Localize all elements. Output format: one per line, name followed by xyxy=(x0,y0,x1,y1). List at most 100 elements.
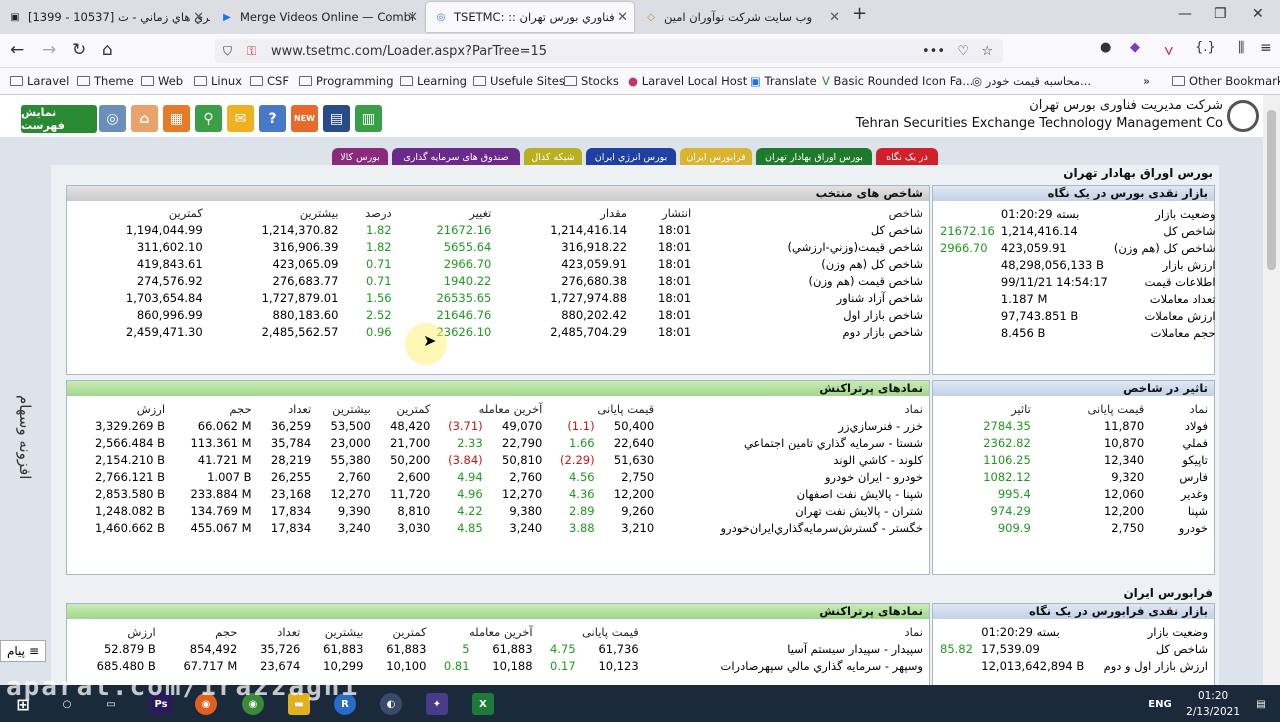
bookmark-item[interactable]: ● Laravel Local Host xyxy=(628,74,747,88)
address-bar[interactable]: ⛉ ⚿ www.tsetmc.com/Loader.aspx?ParTree=1… xyxy=(215,39,1003,63)
table-row[interactable]: 2362.82 10,870 فملي xyxy=(937,435,1211,452)
site-header: نمایش فهرست ◎ ⌂ ▦ ⚲ ✉ ? NEW ▤ ▥ شرکت مدی… xyxy=(0,95,1263,137)
menu-icon[interactable]: ≡ xyxy=(1260,40,1272,56)
grid-icon[interactable]: ▥ xyxy=(355,105,382,132)
chat-icon[interactable]: ✉ xyxy=(227,105,254,132)
restore-icon[interactable]: ❐ xyxy=(1214,6,1227,22)
bookmark-item[interactable]: ◎ محاسبه قیمت خودر... xyxy=(972,74,1091,88)
table-row[interactable]: 1082.12 9,320 فارس xyxy=(937,469,1211,486)
reload-icon[interactable]: ↻ xyxy=(72,40,86,60)
table-row[interactable]: 274,576.92 276,683.77 0.71 1940.22 276,680.3… xyxy=(70,273,926,290)
table-cell: 1,727,974.88 xyxy=(550,291,628,305)
close-window-icon[interactable]: ✕ xyxy=(1252,6,1264,22)
column-header: درصد xyxy=(365,206,392,220)
glance-value: بسته 01:20:29 xyxy=(1000,207,1080,221)
pocket-icon[interactable]: ♡ xyxy=(957,44,969,59)
extension-icon[interactable]: ݍ xyxy=(1164,40,1173,56)
symbol-name: شتران - پالايش نفت تهران xyxy=(795,504,923,518)
show-menu-button[interactable]: نمایش فهرست xyxy=(21,105,97,133)
minimize-icon[interactable]: — xyxy=(1178,6,1192,22)
table-row[interactable]: 860,996.99 880,183.60 2.52 21646.76 880,202.… xyxy=(70,307,926,324)
bookmark-item[interactable]: Usefule Sites xyxy=(473,74,565,88)
chart-icon[interactable]: ▤ xyxy=(323,105,350,132)
bookmark-item[interactable]: Theme xyxy=(77,74,134,88)
close-price: 2,750 xyxy=(1111,521,1145,535)
table-row[interactable]: 52.879 B 854,492 35,726 61,883 61,883 5 61,883… xyxy=(70,641,926,658)
table-row[interactable]: 2,566.484 B 113.361 M 35,784 23,000 21,700 2.… xyxy=(70,435,926,452)
bookmark-label: Linux xyxy=(211,74,242,88)
bookmark-item[interactable]: Programming xyxy=(299,74,394,88)
table-row[interactable]: 995.4 12,060 وغدير xyxy=(937,486,1211,503)
symbol-name: شستا - سرمايه گذاري تامين اجتماعي xyxy=(743,436,923,450)
bookmark-item[interactable]: Linux xyxy=(194,74,242,88)
bookmark-item[interactable]: Laravel xyxy=(10,74,69,88)
symbol-name: فولاد xyxy=(1184,419,1208,433)
back-icon[interactable]: ← xyxy=(10,40,24,60)
table-cell: 18:01 xyxy=(658,240,692,254)
table-row[interactable]: 2,459,471.30 2,485,562.57 0.96 23626.10 2,48… xyxy=(70,324,926,341)
calculator-icon[interactable]: ▦ xyxy=(163,105,190,132)
new-icon[interactable]: NEW xyxy=(291,105,318,132)
bookmark-item[interactable]: Web xyxy=(141,74,183,88)
scrollbar-thumb[interactable] xyxy=(1267,110,1276,270)
home-icon[interactable]: ⌂ xyxy=(131,105,158,132)
table-row[interactable]: 2784.35 11,870 فولاد xyxy=(937,418,1211,435)
table-row[interactable]: 2,154.210 B 41.721 M 28,219 55,380 50,200 (3.… xyxy=(70,452,926,469)
close-icon[interactable]: ✕ xyxy=(829,10,840,25)
tab-label: وب سایت شرکت نوآوران امین xyxy=(664,10,813,24)
bookmark-item[interactable]: V Basic Rounded Icon Fa... xyxy=(822,74,973,88)
notification-icon[interactable]: ▤ xyxy=(1250,693,1272,715)
close-icon[interactable]: ✕ xyxy=(193,10,204,25)
excel-icon[interactable]: X xyxy=(472,693,494,715)
app-icon[interactable]: ◐ xyxy=(380,693,402,715)
search-icon[interactable]: ⚲ xyxy=(195,105,222,132)
close-icon[interactable]: ✕ xyxy=(617,10,628,25)
message-button[interactable]: پیام ≡ xyxy=(0,640,46,662)
globe-icon[interactable]: ◎ xyxy=(99,105,126,132)
language-indicator[interactable]: ENG xyxy=(1145,693,1175,715)
table-cell: 8,810 xyxy=(397,504,431,518)
table-row[interactable]: 909.9 2,750 خودرو xyxy=(937,520,1211,537)
table-row[interactable]: 974.29 12,200 شپنا xyxy=(937,503,1211,520)
bookmark-item[interactable]: Stocks xyxy=(564,74,619,88)
table-row[interactable]: 3,329.269 B 66.062 M 36,259 53,500 48,420 (3.… xyxy=(70,418,926,435)
section-title: بورس اوراق بهادار تهران xyxy=(51,165,1219,181)
table-row[interactable]: 1,248.082 B 134.769 M 17,834 9,390 8,810 4.22… xyxy=(70,503,926,520)
table-row[interactable]: 2,766.121 B 1.007 B 26,255 2,760 2,600 4.94 2,… xyxy=(70,469,926,486)
bookmark-item[interactable]: ▣ Translate xyxy=(750,74,817,88)
more-bookmarks-icon[interactable]: » xyxy=(1143,74,1150,88)
table-row[interactable]: 311,602.10 316,906.39 1.82 5655.64 316,918.2… xyxy=(70,239,926,256)
side-tab-label[interactable]: افزونه وسهام xyxy=(16,395,34,479)
column-header: قیمت پایانی xyxy=(597,402,655,416)
bookmark-item[interactable]: CSF xyxy=(250,74,289,88)
library-icon[interactable]: ⫼ xyxy=(1238,40,1244,56)
home-icon[interactable]: ⌂ xyxy=(102,40,113,60)
table-row[interactable]: 419,843.61 423,065.09 0.71 2966.70 423,059.9… xyxy=(70,256,926,273)
impact-value: 1106.25 xyxy=(983,453,1031,467)
extension-icon[interactable]: ◆ xyxy=(1130,40,1140,55)
table-cell: 35,784 xyxy=(270,436,312,450)
bookmark-item[interactable]: Other Bookmarks xyxy=(1172,74,1280,88)
close-icon[interactable]: ✕ xyxy=(407,10,418,25)
browser-tab[interactable]: ▣ [1399 - 10537] سري هاي زماني - ت ✕ xyxy=(0,2,210,32)
table-cell: 36,259 xyxy=(270,419,312,433)
bookmark-item[interactable]: Learning xyxy=(400,74,467,88)
clock[interactable]: 01:20 2/13/2021 xyxy=(1186,688,1240,720)
browser-tab[interactable]: ▶ Merge Videos Online — Combi ✕ xyxy=(212,2,424,32)
table-cell: 11,720 xyxy=(390,487,431,501)
extension-icon[interactable]: {.} xyxy=(1195,40,1216,55)
table-row[interactable]: 1,194,044.99 1,214,370.82 1.82 21672.16 1,21… xyxy=(70,222,926,239)
app-icon[interactable]: ✦ xyxy=(426,693,448,715)
browser-tab[interactable]: ◎ TSETMC: :: فناوري بورس تهران ✕ xyxy=(426,2,634,32)
star-icon[interactable]: ☆ xyxy=(981,44,993,59)
table-row[interactable]: 2,853.580 B 233.884 M 23,168 12,270 11,720 4.… xyxy=(70,486,926,503)
forward-icon[interactable]: → xyxy=(42,40,56,60)
table-row[interactable]: 1,460.662 B 455.067 M 17,834 3,240 3,030 4.85… xyxy=(70,520,926,537)
more-icon[interactable]: ••• xyxy=(922,44,945,59)
table-row[interactable]: 1,703,654.84 1,727,879.01 1.56 26535.65 1,72… xyxy=(70,290,926,307)
avatar[interactable]: ● xyxy=(1100,40,1111,55)
help-icon[interactable]: ? xyxy=(259,105,286,132)
table-row[interactable]: 1106.25 12,340 تاپيكو xyxy=(937,452,1211,469)
browser-tab[interactable]: ◇ وب سایت شرکت نوآوران امین ✕ xyxy=(636,2,846,32)
new-tab-icon[interactable]: + xyxy=(852,3,867,24)
